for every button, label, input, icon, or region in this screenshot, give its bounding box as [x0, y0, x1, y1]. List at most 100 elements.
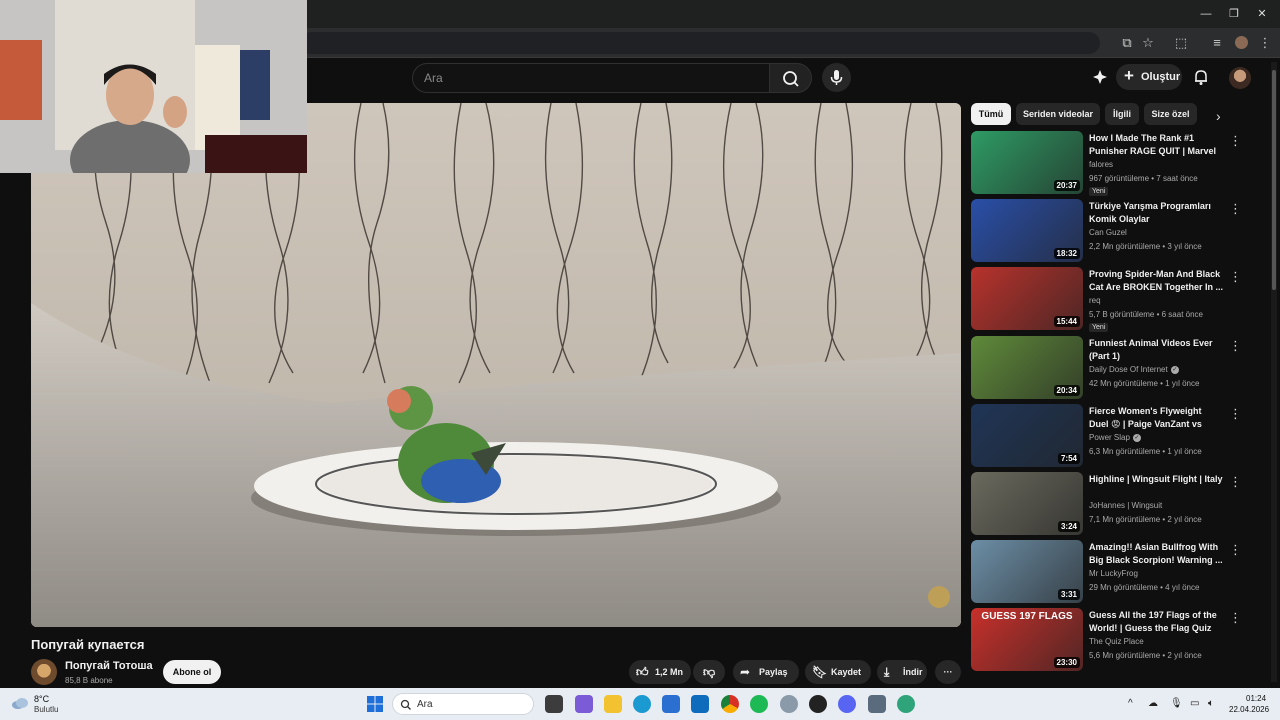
video-thumbnail[interactable]: 20:34 [971, 336, 1083, 399]
bookmark-star-icon[interactable]: ☆ [1139, 34, 1157, 52]
new-badge: Yeni [1089, 187, 1109, 196]
share-button[interactable]: ➦ Paylaş [733, 660, 799, 684]
file-explorer-icon[interactable] [604, 695, 622, 713]
video-player[interactable] [31, 103, 961, 627]
recommendation-item[interactable]: 3:24 Highline | Wingsuit Flight | Italy Jo… [971, 472, 1242, 535]
more-vertical-icon[interactable]: ⋮ [1229, 474, 1242, 490]
recommendation-channel[interactable]: JoHannes | Wingsuit [1089, 501, 1162, 510]
notifications-bell-icon[interactable] [1192, 68, 1210, 86]
like-button[interactable]: 👍︎ 1,2 Mn [629, 660, 691, 684]
gemini-spark-icon[interactable] [1091, 68, 1109, 86]
recommendation-channel[interactable]: Can Guzel [1089, 228, 1127, 237]
search-input[interactable]: Ara [412, 63, 770, 93]
video-thumbnail[interactable]: 3:24 [971, 472, 1083, 535]
more-actions-button[interactable]: ··· [935, 660, 961, 684]
chip-from-series[interactable]: Seriden videolar [1016, 103, 1100, 125]
media-control-icon[interactable]: ≡ [1208, 34, 1226, 52]
recommendation-channel[interactable]: Power Slap ✓ [1089, 433, 1141, 442]
recommendation-item[interactable]: 15:44 Proving Spider-Man And Black Cat Ar… [971, 267, 1242, 332]
video-thumbnail[interactable]: 7:54 [971, 404, 1083, 467]
recommendation-channel[interactable]: Mr LuckyFrog [1089, 569, 1138, 578]
create-button[interactable]: + Oluştur [1116, 64, 1182, 90]
install-app-icon[interactable]: ⧉ [1118, 34, 1136, 52]
more-vertical-icon[interactable]: ⋮ [1229, 406, 1242, 422]
browser-menu-icon[interactable]: ⋮ [1256, 34, 1274, 52]
channel-name[interactable]: Попугай Тотоша [65, 660, 153, 672]
chip-for-you[interactable]: Size özel [1144, 103, 1197, 125]
recommendation-item[interactable]: GUESS 197 FLAGS 23:30 Guess All the 197 Fl… [971, 608, 1242, 671]
store-icon[interactable] [662, 695, 680, 713]
display-icon[interactable]: ▭ [1190, 698, 1199, 709]
scrollbar-thumb[interactable] [1272, 70, 1276, 290]
profile-avatar-icon[interactable] [1232, 34, 1250, 52]
account-avatar[interactable] [1229, 67, 1251, 89]
recommendation-item[interactable]: 7:54 Fierce Women's Flyweight Duel 😡 | Pa… [971, 404, 1242, 467]
url-field[interactable] [300, 32, 1100, 54]
recommendation-title[interactable]: Funniest Animal Videos Ever (Part 1) [1089, 337, 1223, 363]
settings-gear-icon[interactable] [780, 695, 798, 713]
widgets-app-icon[interactable] [575, 695, 593, 713]
recommendation-item[interactable]: 20:37 How I Made The Rank #1 Punisher RAG… [971, 131, 1242, 196]
extensions-icon[interactable]: ⬚ [1172, 34, 1190, 52]
taskbar-search[interactable]: Ara [392, 693, 534, 715]
spotify-icon[interactable] [750, 695, 768, 713]
recommendation-title[interactable]: Proving Spider-Man And Black Cat Are BRO… [1089, 268, 1223, 294]
recommendation-title[interactable]: Fierce Women's Flyweight Duel 😡 | Paige … [1089, 405, 1223, 431]
outlook-icon[interactable] [691, 695, 709, 713]
subscribe-button[interactable]: Abone ol [163, 660, 221, 684]
video-thumbnail[interactable]: 20:37 [971, 131, 1083, 194]
more-vertical-icon[interactable]: ⋮ [1229, 133, 1242, 149]
chrome-app-icon[interactable] [721, 695, 739, 713]
volume-icon[interactable]: 🔈︎ [1208, 698, 1214, 709]
thumbs-up-icon: 👍︎ [636, 665, 649, 679]
task-view-icon[interactable] [545, 695, 563, 713]
chip-all[interactable]: Tümü [971, 103, 1011, 125]
weather-cloud-icon[interactable] [10, 695, 30, 711]
network-icon[interactable]: ☁ [1148, 698, 1158, 709]
download-button[interactable]: ⤓ İndir [877, 660, 927, 684]
vpn-globe-icon[interactable] [897, 695, 915, 713]
dislike-button[interactable]: 👎︎ [693, 660, 725, 684]
channel-avatar[interactable] [31, 659, 57, 685]
obs-icon[interactable] [809, 695, 827, 713]
video-thumbnail[interactable]: 3:31 [971, 540, 1083, 603]
recommendation-title[interactable]: Amazing!! Asian Bullfrog With Big Black … [1089, 541, 1223, 567]
recommendation-title[interactable]: Guess All the 197 Flags of the World! | … [1089, 609, 1223, 635]
voice-search-button[interactable] [822, 63, 851, 92]
recommendation-channel[interactable]: falores [1089, 160, 1113, 169]
windows-start-icon[interactable] [367, 696, 383, 712]
recommendation-title[interactable]: Türkiye Yarışma Programları Komik Olayla… [1089, 200, 1223, 226]
recommendation-item[interactable]: 3:31 Amazing!! Asian Bullfrog With Big Bl… [971, 540, 1242, 603]
save-button[interactable]: 🔖︎ Kaydet [805, 660, 871, 684]
more-vertical-icon[interactable]: ⋮ [1229, 610, 1242, 626]
more-vertical-icon[interactable]: ⋮ [1229, 269, 1242, 285]
search-button[interactable] [769, 63, 812, 93]
recommendation-title[interactable]: How I Made The Rank #1 Punisher RAGE QUI… [1089, 132, 1223, 158]
video-thumbnail[interactable]: 15:44 [971, 267, 1083, 330]
recommendation-channel[interactable]: The Quiz Place [1089, 637, 1144, 646]
minimize-icon[interactable]: — [1194, 5, 1218, 23]
chevron-right-icon[interactable]: › [1216, 108, 1221, 124]
more-vertical-icon[interactable]: ⋮ [1229, 338, 1242, 354]
more-vertical-icon[interactable]: ⋮ [1229, 201, 1242, 217]
microphone-tray-icon[interactable]: 🎙︎ [1170, 698, 1183, 709]
close-window-icon[interactable]: ✕ [1250, 5, 1274, 23]
video-thumbnail[interactable]: GUESS 197 FLAGS 23:30 [971, 608, 1083, 671]
clock-date[interactable]: 22.04.2026 [1229, 705, 1269, 714]
discord-icon[interactable] [838, 695, 856, 713]
recommendation-meta: 967 görüntüleme • 7 saat önce [1089, 174, 1198, 183]
snipping-tool-icon[interactable] [868, 695, 886, 713]
recommendation-channel[interactable]: Daily Dose Of Internet ✓ [1089, 365, 1179, 374]
recommendation-item[interactable]: 20:34 Funniest Animal Videos Ever (Part 1… [971, 336, 1242, 399]
recommendation-channel[interactable]: req [1089, 296, 1101, 305]
video-thumbnail[interactable]: 18:32 [971, 199, 1083, 262]
recommendation-meta: 5,7 B görüntüleme • 6 saat önce [1089, 310, 1203, 319]
edge-browser-icon[interactable] [633, 695, 651, 713]
chip-related[interactable]: İlgili [1105, 103, 1139, 125]
clock-time[interactable]: 01:24 [1246, 694, 1266, 703]
maximize-icon[interactable]: ❐ [1222, 5, 1246, 23]
tray-overflow-icon[interactable]: ^ [1128, 698, 1133, 709]
recommendation-title[interactable]: Highline | Wingsuit Flight | Italy [1089, 473, 1223, 486]
recommendation-item[interactable]: 18:32 Türkiye Yarışma Programları Komik O… [971, 199, 1242, 262]
more-vertical-icon[interactable]: ⋮ [1229, 542, 1242, 558]
